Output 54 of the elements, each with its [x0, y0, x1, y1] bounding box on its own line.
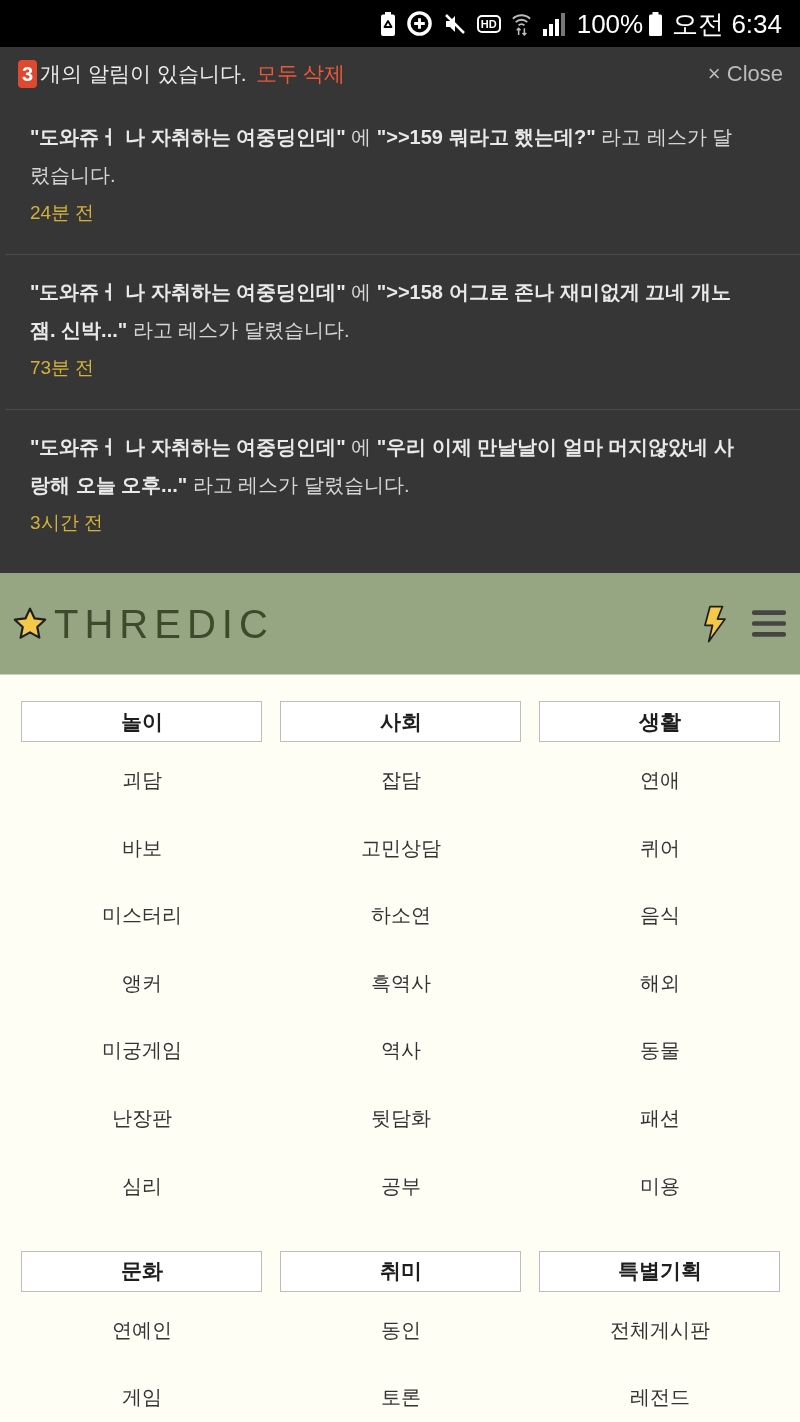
notification-time: 24분 전	[30, 201, 95, 225]
category-header: 사회	[280, 701, 521, 742]
category-link[interactable]: 전체게시판	[609, 1317, 710, 1342]
category-header: 특별기획	[539, 1250, 780, 1292]
close-button[interactable]: × Close	[707, 60, 783, 87]
notification-message[interactable]: "도와쥬ㅓ 나 자취하는 여중딩인데" 에 "우리 이제 만날날이 얼마 머지않았네 사랑해 오늘 오후..." 라고 레스가 달렸습니다.	[30, 428, 749, 504]
plus-circle-icon	[405, 10, 433, 37]
notification-time: 3시간 전	[30, 511, 103, 535]
category-link[interactable]: 난장판	[111, 1105, 172, 1130]
category-link[interactable]: 잡담	[380, 768, 421, 792]
menu-icon[interactable]	[752, 609, 786, 638]
speaker-muted-icon	[442, 11, 467, 36]
category-link[interactable]: 동물	[639, 1038, 680, 1063]
category-header: 취미	[280, 1250, 521, 1292]
category-link[interactable]: 역사	[380, 1038, 421, 1063]
battery-icon	[649, 11, 663, 36]
clear-all-link[interactable]: 모두 삭제	[255, 59, 346, 88]
battery-recycle-icon	[379, 11, 396, 36]
category-link[interactable]: 미스터리	[101, 903, 182, 928]
category-link[interactable]: 심리	[121, 1173, 162, 1198]
category-link[interactable]: 퀴어	[639, 835, 680, 860]
notification-summary: 개의 알림이 있습니다.	[40, 60, 247, 87]
clock-time: 오전 6:34	[672, 8, 782, 39]
category-link[interactable]: 음식	[639, 903, 680, 928]
signal-bars-icon	[541, 11, 567, 36]
notification-time: 73분 전	[30, 356, 95, 380]
category-link[interactable]: 고민상담	[360, 835, 441, 860]
notification-message[interactable]: "도와쥬ㅓ 나 자취하는 여중딩인데" 에 ">>158 어그로 존나 재미없게 끄네 개노잼. 신박..." 라고 레스가 달렸습니다.	[30, 273, 749, 349]
category-header: 놀이	[21, 701, 262, 742]
category-link[interactable]: 게임	[121, 1385, 162, 1410]
category-header: 문화	[21, 1250, 262, 1292]
category-link[interactable]: 공부	[380, 1173, 421, 1198]
category-link[interactable]: 연애	[639, 768, 680, 792]
category-link[interactable]: 연예인	[111, 1317, 172, 1342]
category-header: 생활	[539, 701, 780, 742]
category-link[interactable]: 해외	[639, 970, 680, 995]
hd-badge: HD	[476, 14, 501, 33]
category-link[interactable]: 뒷담화	[370, 1105, 431, 1130]
category-link[interactable]: 토론	[380, 1385, 421, 1410]
category-link[interactable]: 괴담	[121, 768, 162, 792]
category-link[interactable]: 패션	[639, 1105, 680, 1130]
category-link[interactable]: 하소연	[370, 903, 431, 928]
category-link[interactable]: 동인	[380, 1317, 421, 1342]
category-link[interactable]: 미용	[639, 1173, 680, 1198]
wifi-icon	[510, 11, 532, 36]
category-link[interactable]: 레전드	[629, 1385, 690, 1410]
category-link[interactable]: 앵커	[121, 970, 162, 995]
logo-text[interactable]: THREDIC	[54, 600, 274, 647]
notification-count-badge: 3	[18, 59, 38, 88]
category-link[interactable]: 바보	[121, 835, 162, 860]
battery-percent: 100%	[576, 8, 644, 39]
category-link[interactable]: 미궁게임	[101, 1038, 182, 1063]
notification-message[interactable]: "도와쥬ㅓ 나 자취하는 여중딩인데" 에 ">>159 뭐라고 했는데?" 라고 레스가 달렸습니다.	[30, 118, 749, 194]
category-link[interactable]: 흑역사	[370, 970, 431, 995]
